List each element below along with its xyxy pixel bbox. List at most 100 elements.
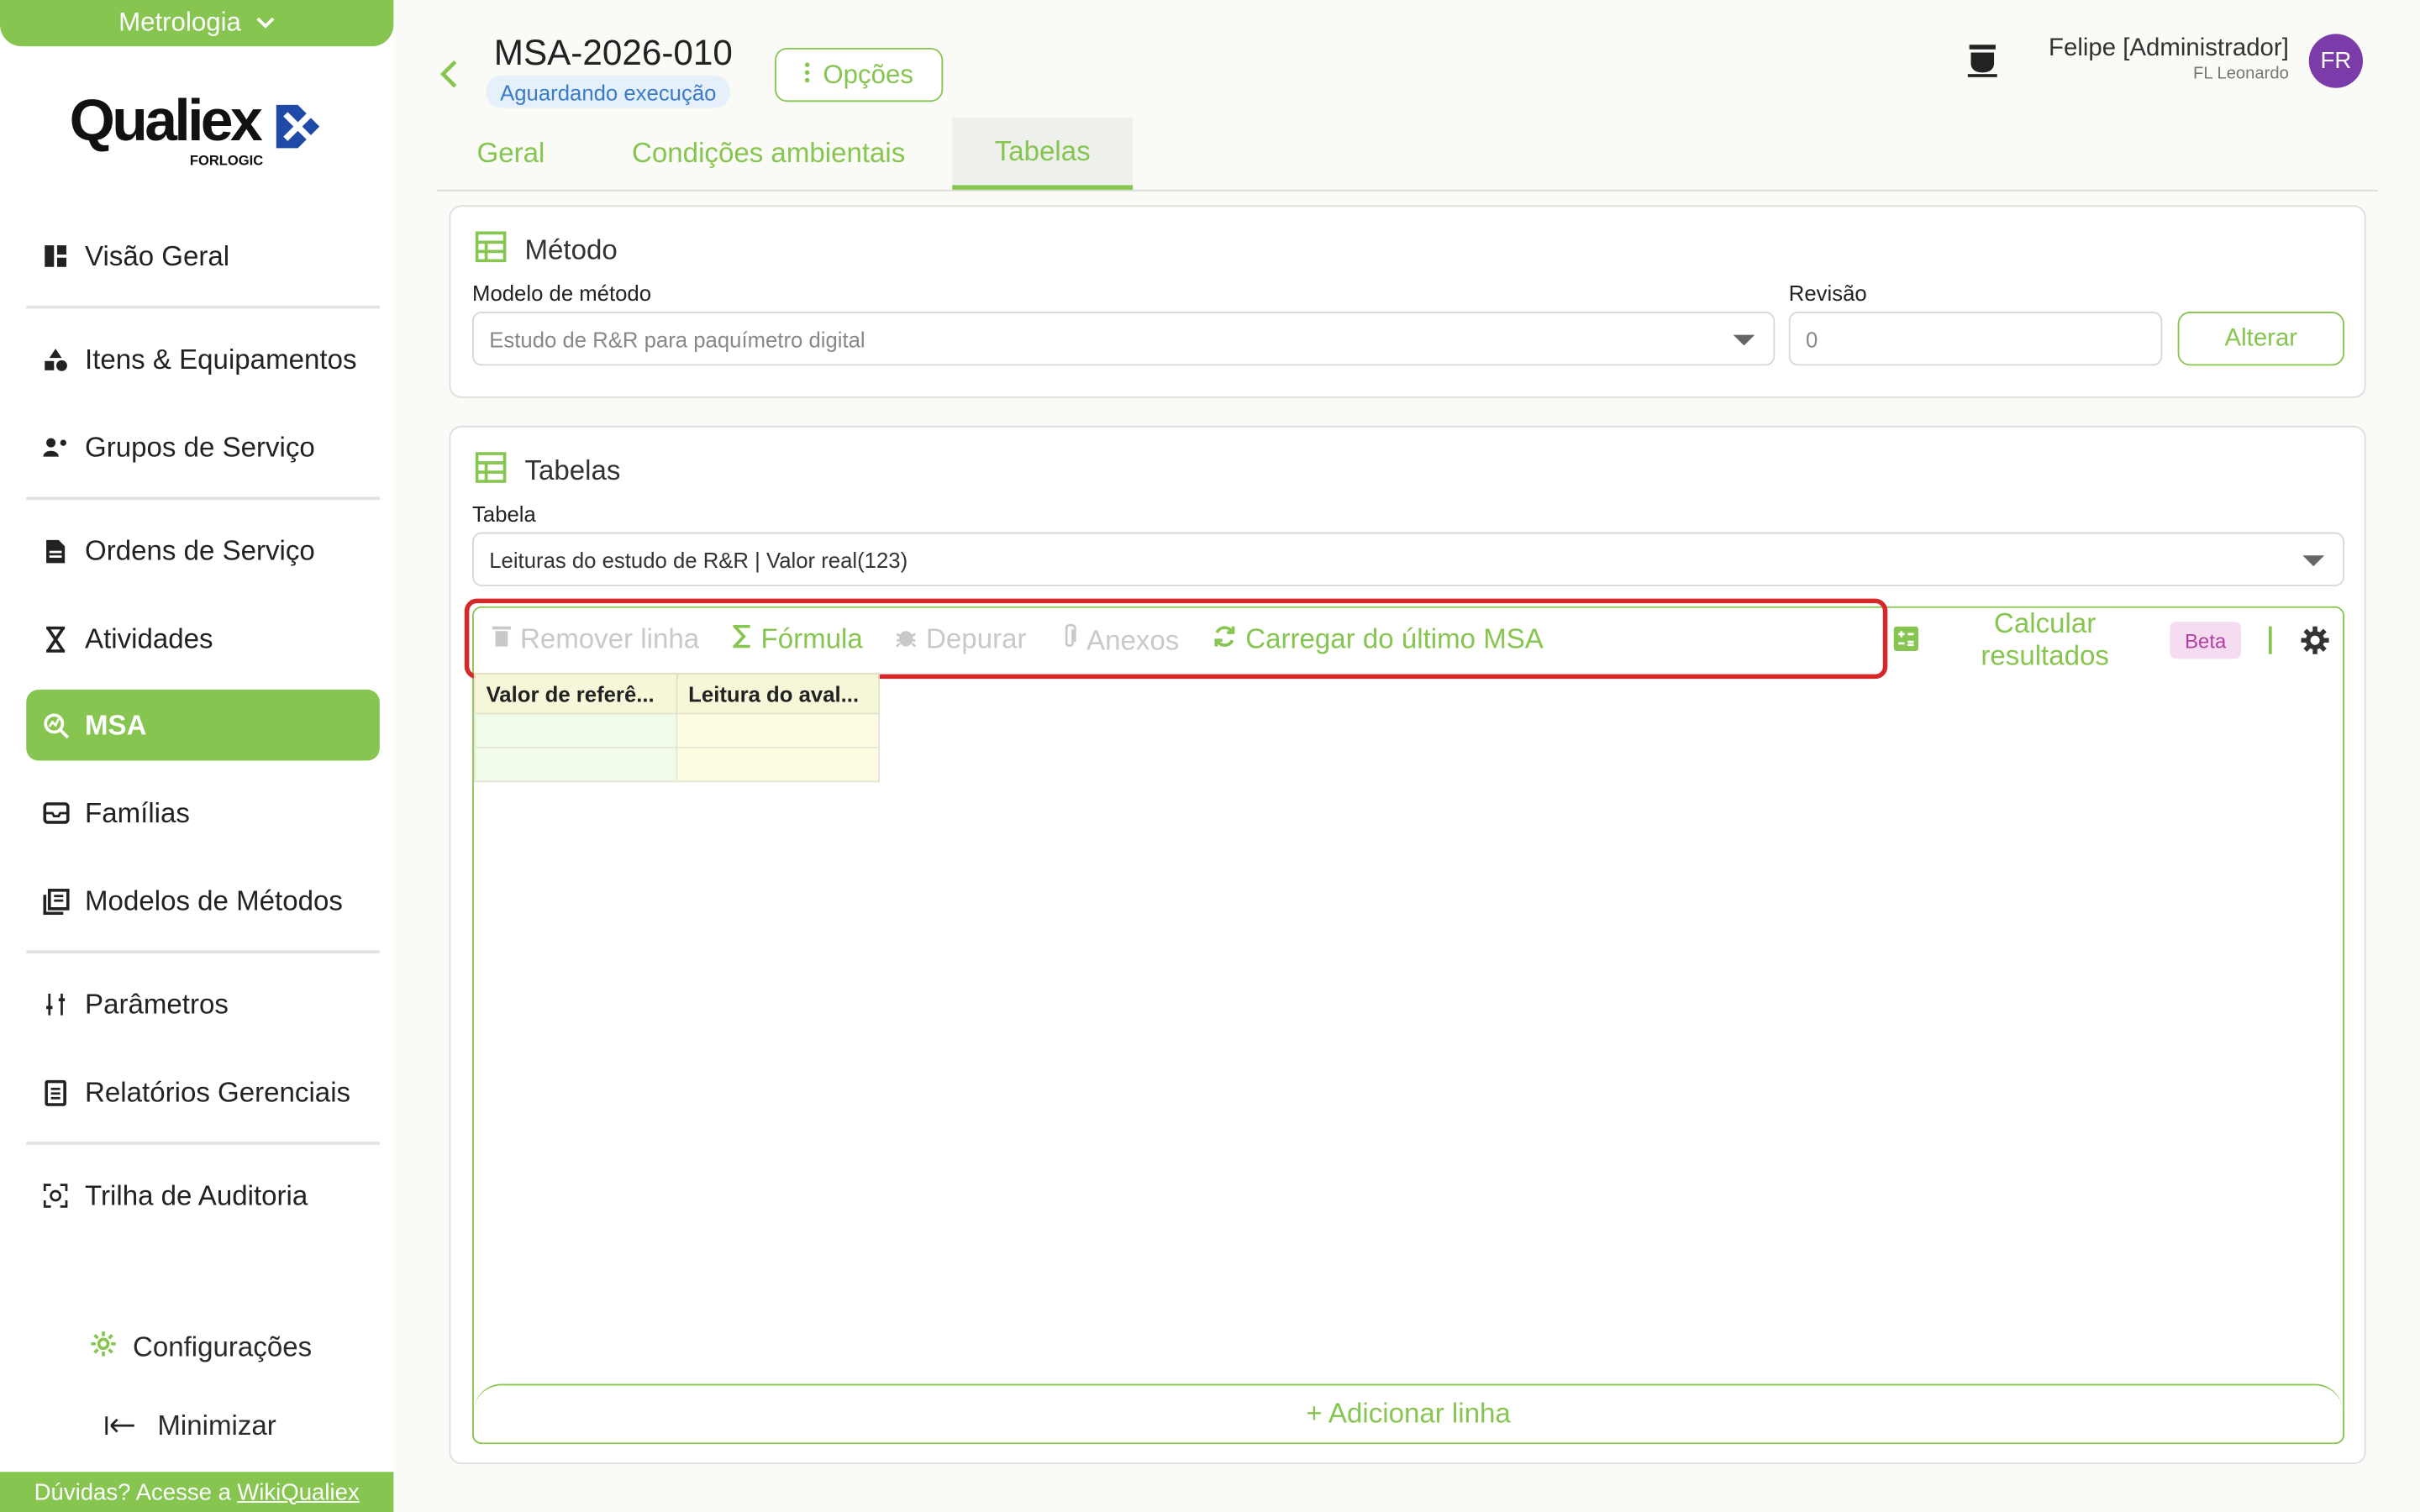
sidebar-item-visao-geral[interactable]: Visão Geral	[26, 221, 380, 291]
table-grid-icon	[475, 231, 507, 270]
tab-geral[interactable]: Geral	[459, 118, 564, 190]
sidebar-item-ordens-servico[interactable]: Ordens de Serviço	[26, 515, 380, 585]
calculate-results-button[interactable]: Calcular resultados	[1955, 608, 2134, 673]
user-company: FL Leonardo	[2193, 65, 2289, 84]
revision-field[interactable]: 0	[1788, 312, 2163, 366]
library-icon	[42, 887, 70, 915]
revision-label: Revisão	[1788, 281, 1867, 306]
debug-label: Depurar	[926, 623, 1027, 654]
group-icon	[42, 433, 70, 461]
settings-gear-icon[interactable]	[2300, 625, 2331, 664]
sidebar-item-trilha-auditoria[interactable]: Trilha de Auditoria	[26, 1160, 380, 1231]
tabs-divider	[436, 189, 2379, 192]
load-last-msa-label: Carregar do último MSA	[1245, 623, 1544, 654]
load-last-msa-button[interactable]: Carregar do último MSA	[1213, 623, 1544, 656]
dashboard-icon	[42, 242, 70, 270]
report-icon	[42, 1079, 70, 1106]
back-arrow-icon[interactable]	[439, 59, 460, 99]
chevron-down-icon	[256, 13, 275, 34]
sidebar-item-label: Ordens de Serviço	[85, 534, 315, 566]
table-cell[interactable]	[473, 712, 678, 748]
remove-row-button[interactable]: Remover linha	[492, 623, 699, 656]
sidebar-item-label: Atividades	[85, 622, 213, 654]
caret-down-icon	[1733, 334, 1755, 346]
remove-row-label: Remover linha	[519, 623, 700, 654]
tab-tabelas[interactable]: Tabelas	[952, 117, 1134, 190]
sidebar-item-relatorios[interactable]: Relatórios Gerenciais	[26, 1057, 380, 1127]
revision-value: 0	[1805, 326, 1818, 351]
logo-mark-icon	[270, 99, 325, 160]
sidebar-item-label: Trilha de Auditoria	[85, 1179, 308, 1210]
method-panel: Método Modelo de método Estudo de R&R pa…	[449, 205, 2366, 398]
column-header[interactable]: Valor de referê...	[473, 672, 678, 715]
zoom-chart-icon	[42, 711, 70, 739]
sliders-icon	[42, 990, 70, 1018]
wiki-link[interactable]: WikiQualiex	[237, 1479, 359, 1505]
toolbar-separator	[2268, 626, 2272, 654]
tables-panel: Tabelas Tabela Leituras do estudo de R&R…	[449, 425, 2366, 1465]
tables-title-text: Tabelas	[524, 454, 621, 486]
sidebar-item-familias[interactable]: Famílias	[26, 778, 380, 848]
calc-line-1: Calcular	[1994, 607, 2096, 639]
caret-down-icon	[2302, 555, 2325, 567]
column-header[interactable]: Leitura do aval...	[676, 672, 880, 715]
document-icon	[42, 537, 70, 564]
tab-condicoes-ambientais[interactable]: Condições ambientais	[610, 118, 928, 190]
data-grid: Remover linha Fórmula Depurar Anexos Car…	[464, 598, 2344, 1445]
sidebar: Metrologia Qualiex FORLOGIC Visão Geral …	[0, 0, 394, 1512]
sidebar-item-label: Famílias	[85, 796, 190, 828]
sidebar-item-label: Modelos de Métodos	[85, 885, 343, 916]
status-badge: Aguardando execução	[486, 75, 730, 108]
add-row-button[interactable]: + Adicionar linha	[473, 1383, 2344, 1443]
sidebar-item-label: Grupos de Serviço	[85, 431, 315, 463]
sidebar-item-atividades[interactable]: Atividades	[26, 603, 380, 674]
sidebar-item-grupos-servico[interactable]: Grupos de Serviço	[26, 412, 380, 482]
logo-text: Qualiex	[69, 89, 263, 155]
sidebar-item-parametros[interactable]: Parâmetros	[26, 969, 380, 1039]
tables-title: Tabelas	[475, 452, 621, 491]
alter-button[interactable]: Alterar	[2177, 312, 2344, 366]
sidebar-item-label: Relatórios Gerenciais	[85, 1076, 351, 1107]
calc-line-2: resultados	[1981, 640, 2109, 671]
coffee-cup-icon[interactable]	[1966, 42, 2000, 87]
logo-subtitle: FORLOGIC	[189, 152, 264, 169]
module-switcher[interactable]: Metrologia	[0, 0, 394, 47]
trash-icon	[492, 623, 511, 656]
divider	[26, 496, 380, 501]
sigma-icon	[731, 623, 751, 656]
data-table: Valor de referê... Leitura do aval...	[473, 672, 880, 783]
method-model-select[interactable]: Estudo de R&R para paquímetro digital	[472, 312, 1776, 366]
method-title-text: Método	[524, 234, 618, 265]
table-cell[interactable]	[676, 746, 880, 783]
hourglass-icon	[42, 625, 70, 653]
sidebar-item-modelos-metodos[interactable]: Modelos de Métodos	[26, 865, 380, 936]
options-label: Opções	[823, 59, 913, 89]
divider	[26, 1142, 380, 1145]
refresh-icon	[1213, 623, 1237, 656]
minimize-button[interactable]: Minimizar	[105, 1410, 276, 1443]
more-vertical-icon	[804, 60, 810, 91]
table-header-row: Valor de referê... Leitura do aval...	[473, 672, 880, 715]
sidebar-item-itens-equipamentos[interactable]: Itens & Equipamentos	[26, 324, 380, 395]
audit-icon	[42, 1182, 70, 1210]
table-select-value: Leituras do estudo de R&R | Valor real(1…	[489, 547, 908, 572]
method-model-value: Estudo de R&R para paquímetro digital	[489, 326, 865, 351]
debug-button[interactable]: Depurar	[895, 623, 1026, 656]
settings-link[interactable]: Configurações	[90, 1330, 313, 1365]
table-grid-icon	[475, 452, 507, 491]
sidebar-item-msa[interactable]: MSA	[26, 690, 380, 761]
attachments-button[interactable]: Anexos	[1062, 623, 1179, 657]
divider	[26, 305, 380, 309]
gear-icon	[90, 1330, 118, 1365]
sidebar-item-label: Visão Geral	[85, 239, 230, 271]
table-cell[interactable]	[676, 712, 880, 748]
sidebar-item-label: Parâmetros	[85, 988, 229, 1020]
formula-button[interactable]: Fórmula	[731, 623, 863, 656]
table-select[interactable]: Leituras do estudo de R&R | Valor real(1…	[472, 532, 2344, 586]
table-cell[interactable]	[473, 746, 678, 783]
avatar[interactable]: FR	[2308, 34, 2364, 88]
options-button[interactable]: Opções	[775, 47, 944, 102]
qualiex-logo: Qualiex FORLOGIC	[70, 90, 332, 176]
sidebar-item-label: MSA	[85, 708, 147, 740]
calculator-icon[interactable]	[1893, 626, 1919, 659]
